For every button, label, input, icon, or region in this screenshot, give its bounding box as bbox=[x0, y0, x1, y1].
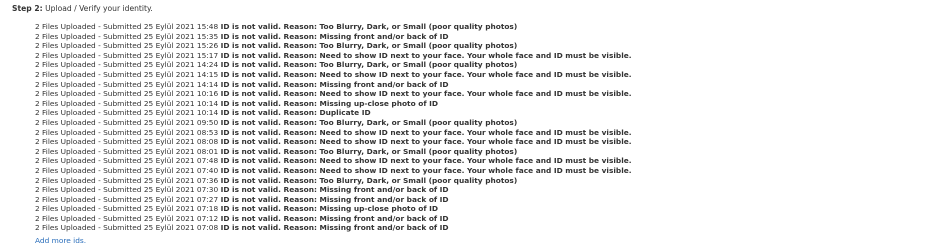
upload-status: ID is not valid. Reason: Need to show ID… bbox=[220, 137, 632, 147]
upload-status: ID is not valid. Reason: Missing front a… bbox=[220, 31, 449, 41]
upload-info: 2 Files Uploaded - Submitted 25 Eylül 20… bbox=[35, 69, 219, 79]
upload-status: ID is not valid. Reason: Too Blurry, Dar… bbox=[220, 22, 518, 31]
upload-row: 2 Files Uploaded - Submitted 25 Eylül 20… bbox=[35, 60, 632, 70]
upload-status: ID is not valid. Reason: Missing up-clos… bbox=[220, 204, 438, 214]
upload-info: 2 Files Uploaded - Submitted 25 Eylül 20… bbox=[35, 41, 219, 51]
upload-row: 2 Files Uploaded - Submitted 25 Eylül 20… bbox=[35, 156, 632, 166]
upload-row: 2 Files Uploaded - Submitted 25 Eylül 20… bbox=[35, 204, 632, 214]
upload-info: 2 Files Uploaded - Submitted 25 Eylül 20… bbox=[35, 185, 219, 195]
upload-row: 2 Files Uploaded - Submitted 25 Eylül 20… bbox=[35, 223, 632, 233]
upload-info: 2 Files Uploaded - Submitted 25 Eylül 20… bbox=[35, 223, 219, 233]
upload-row: 2 Files Uploaded - Submitted 25 Eylül 20… bbox=[35, 137, 632, 147]
upload-status: ID is not valid. Reason: Duplicate ID bbox=[220, 108, 371, 118]
step-heading: Step 2: Upload / Verify your identity. bbox=[12, 3, 153, 15]
upload-status: ID is not valid. Reason: Need to show ID… bbox=[220, 50, 632, 60]
upload-status: ID is not valid. Reason: Too Blurry, Dar… bbox=[220, 41, 518, 51]
upload-status: ID is not valid. Reason: Need to show ID… bbox=[220, 165, 632, 175]
upload-row: 2 Files Uploaded - Submitted 25 Eylül 20… bbox=[35, 147, 632, 157]
upload-row: 2 Files Uploaded - Submitted 25 Eylül 20… bbox=[35, 51, 632, 61]
upload-info: 2 Files Uploaded - Submitted 25 Eylül 20… bbox=[35, 31, 219, 41]
upload-status: ID is not valid. Reason: Missing up-clos… bbox=[220, 98, 438, 108]
upload-status: ID is not valid. Reason: Missing front a… bbox=[220, 185, 449, 195]
upload-info: 2 Files Uploaded - Submitted 25 Eylül 20… bbox=[35, 213, 219, 223]
upload-row: 2 Files Uploaded - Submitted 25 Eylül 20… bbox=[35, 22, 632, 32]
upload-info: 2 Files Uploaded - Submitted 25 Eylül 20… bbox=[35, 50, 219, 60]
upload-row: 2 Files Uploaded - Submitted 25 Eylül 20… bbox=[35, 166, 632, 176]
upload-row: 2 Files Uploaded - Submitted 25 Eylül 20… bbox=[35, 176, 632, 186]
upload-status: ID is not valid. Reason: Need to show ID… bbox=[220, 127, 632, 137]
upload-row: 2 Files Uploaded - Submitted 25 Eylül 20… bbox=[35, 195, 632, 205]
upload-info: 2 Files Uploaded - Submitted 25 Eylül 20… bbox=[35, 137, 219, 147]
upload-info: 2 Files Uploaded - Submitted 25 Eylül 20… bbox=[35, 204, 219, 214]
upload-list: 2 Files Uploaded - Submitted 25 Eylül 20… bbox=[35, 22, 632, 233]
upload-status: ID is not valid. Reason: Need to show ID… bbox=[220, 156, 632, 166]
upload-row: 2 Files Uploaded - Submitted 25 Eylül 20… bbox=[35, 128, 632, 138]
upload-status: ID is not valid. Reason: Missing front a… bbox=[220, 194, 449, 204]
upload-info: 2 Files Uploaded - Submitted 25 Eylül 20… bbox=[35, 79, 219, 89]
upload-status: ID is not valid. Reason: Missing front a… bbox=[220, 79, 449, 89]
upload-row: 2 Files Uploaded - Submitted 25 Eylül 20… bbox=[35, 41, 632, 51]
upload-status: ID is not valid. Reason: Too Blurry, Dar… bbox=[220, 60, 518, 70]
step-text: Upload / Verify your identity. bbox=[45, 4, 153, 13]
upload-info: 2 Files Uploaded - Submitted 25 Eylül 20… bbox=[35, 146, 219, 156]
upload-info: 2 Files Uploaded - Submitted 25 Eylül 20… bbox=[35, 194, 219, 204]
upload-row: 2 Files Uploaded - Submitted 25 Eylül 20… bbox=[35, 108, 632, 118]
upload-status: ID is not valid. Reason: Too Blurry, Dar… bbox=[220, 175, 518, 185]
add-more-ids-link[interactable]: Add more ids. bbox=[35, 236, 86, 246]
upload-status: ID is not valid. Reason: Need to show ID… bbox=[220, 89, 632, 99]
upload-row: 2 Files Uploaded - Submitted 25 Eylül 20… bbox=[35, 214, 632, 224]
upload-status: ID is not valid. Reason: Missing front a… bbox=[220, 223, 449, 233]
upload-info: 2 Files Uploaded - Submitted 25 Eylül 20… bbox=[35, 156, 219, 166]
upload-row: 2 Files Uploaded - Submitted 25 Eylül 20… bbox=[35, 32, 632, 42]
upload-info: 2 Files Uploaded - Submitted 25 Eylül 20… bbox=[35, 60, 219, 70]
upload-info: 2 Files Uploaded - Submitted 25 Eylül 20… bbox=[35, 165, 219, 175]
upload-row: 2 Files Uploaded - Submitted 25 Eylül 20… bbox=[35, 89, 632, 99]
upload-info: 2 Files Uploaded - Submitted 25 Eylül 20… bbox=[35, 127, 219, 137]
upload-status: ID is not valid. Reason: Too Blurry, Dar… bbox=[220, 117, 518, 127]
upload-status: ID is not valid. Reason: Missing front a… bbox=[220, 213, 449, 223]
upload-info: 2 Files Uploaded - Submitted 25 Eylül 20… bbox=[35, 98, 219, 108]
step-label: Step 2: bbox=[12, 4, 43, 13]
upload-info: 2 Files Uploaded - Submitted 25 Eylül 20… bbox=[35, 175, 219, 185]
upload-row: 2 Files Uploaded - Submitted 25 Eylül 20… bbox=[35, 99, 632, 109]
upload-info: 2 Files Uploaded - Submitted 25 Eylül 20… bbox=[35, 22, 219, 31]
upload-row: 2 Files Uploaded - Submitted 25 Eylül 20… bbox=[35, 70, 632, 80]
upload-row: 2 Files Uploaded - Submitted 25 Eylül 20… bbox=[35, 185, 632, 195]
upload-info: 2 Files Uploaded - Submitted 25 Eylül 20… bbox=[35, 117, 219, 127]
upload-row: 2 Files Uploaded - Submitted 25 Eylül 20… bbox=[35, 118, 632, 128]
upload-status: ID is not valid. Reason: Too Blurry, Dar… bbox=[220, 146, 518, 156]
upload-status: ID is not valid. Reason: Need to show ID… bbox=[220, 69, 632, 79]
upload-row: 2 Files Uploaded - Submitted 25 Eylül 20… bbox=[35, 80, 632, 90]
upload-info: 2 Files Uploaded - Submitted 25 Eylül 20… bbox=[35, 89, 219, 99]
upload-info: 2 Files Uploaded - Submitted 25 Eylül 20… bbox=[35, 108, 219, 118]
